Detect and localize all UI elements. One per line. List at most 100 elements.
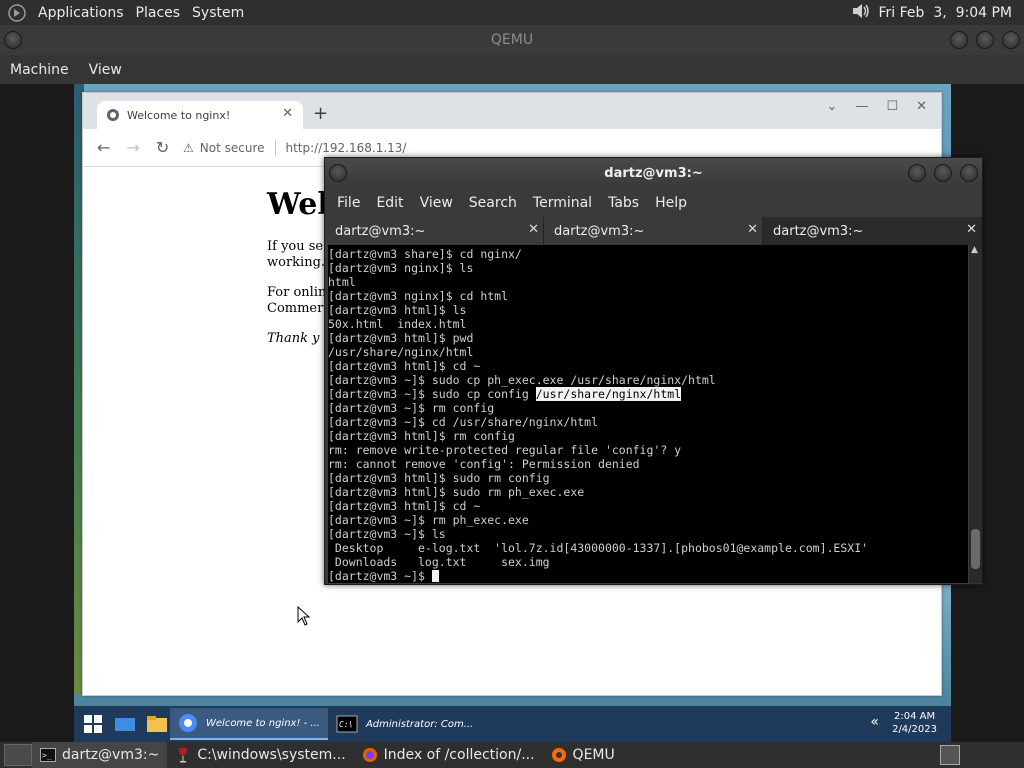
terminal-line: [dartz@vm3 html]$ pwd: [328, 331, 474, 345]
terminal-tab-1[interactable]: dartz@vm3:~ ✕: [325, 217, 544, 245]
terminal-line: [dartz@vm3 html]$ ls: [328, 303, 467, 317]
url-text[interactable]: http://192.168.1.13/: [286, 141, 407, 155]
host-task-qemu[interactable]: QEMU: [543, 742, 623, 768]
volume-icon[interactable]: [851, 2, 871, 24]
scrollbar-thumb[interactable]: [971, 529, 980, 569]
terminal-line: /usr/share/nginx/html: [328, 345, 474, 359]
qemu-menubar: Machine View: [0, 55, 1024, 84]
menu-file[interactable]: File: [329, 195, 368, 211]
menu-tabs[interactable]: Tabs: [600, 195, 647, 211]
qemu-title: QEMU: [490, 32, 534, 48]
maximize-button[interactable]: [976, 31, 994, 49]
terminal-line: [dartz@vm3 share]$ cd nginx/: [328, 247, 522, 261]
menu-search[interactable]: Search: [461, 195, 525, 211]
guest-clock[interactable]: 2:04 AM 2/4/2023: [892, 710, 937, 736]
terminal-line: [dartz@vm3 html]$ rm config: [328, 429, 515, 443]
menu-system[interactable]: System: [186, 5, 250, 21]
guest-task-cmd[interactable]: C:\ Administrator: Com...: [328, 708, 481, 740]
terminal-line: Downloads log.txt sex.img: [328, 555, 550, 569]
host-task-terminal[interactable]: >_ dartz@vm3:~: [32, 742, 168, 768]
bottom-panel: >_ dartz@vm3:~ C:\windows\system... Inde…: [0, 742, 1024, 768]
menu-terminal[interactable]: Terminal: [525, 195, 600, 211]
close-tab-icon[interactable]: ✕: [282, 106, 293, 121]
minimize-button[interactable]: [908, 164, 926, 182]
guest-task-label: Administrator: Com...: [365, 718, 474, 730]
clock[interactable]: Fri Feb 3, 9:04 PM: [879, 5, 1013, 21]
close-button[interactable]: [960, 164, 978, 182]
minimize-icon[interactable]: —: [855, 99, 868, 114]
terminal-scrollbar[interactable]: ▲: [969, 245, 982, 583]
qemu-titlebar: QEMU: [0, 25, 1024, 55]
terminal-title: dartz@vm3:~: [604, 166, 703, 181]
reload-icon[interactable]: ↻: [156, 138, 169, 157]
text-cursor: [431, 570, 439, 582]
scroll-up-icon[interactable]: ▲: [971, 245, 978, 255]
close-button[interactable]: [1002, 31, 1020, 49]
maximize-icon[interactable]: ☐: [886, 99, 898, 114]
menu-view[interactable]: View: [412, 195, 461, 211]
cmd-icon: C:\: [336, 715, 358, 733]
terminal-line: [dartz@vm3 ~]$ ls: [328, 527, 446, 541]
new-tab-icon[interactable]: +: [313, 103, 328, 124]
terminal-line: [dartz@vm3 ~]$ cd /usr/share/nginx/html: [328, 415, 599, 429]
warning-icon[interactable]: ⚠: [183, 141, 194, 155]
gnome-foot-icon[interactable]: [6, 3, 28, 23]
selected-text[interactable]: /usr/share/nginx/html: [535, 387, 682, 401]
globe-icon: [107, 109, 119, 121]
qemu-icon: [551, 748, 567, 762]
terminal-line: [dartz@vm3 nginx]$ ls: [328, 261, 474, 275]
back-icon[interactable]: ←: [97, 138, 110, 157]
window-menu-button[interactable]: [4, 31, 22, 49]
close-tab-icon[interactable]: ✕: [528, 222, 539, 237]
terminal-line: rm: remove write-protected regular file …: [328, 443, 682, 457]
terminal-line: [dartz@vm3 html]$ cd ~: [328, 499, 481, 513]
terminal-tab-3[interactable]: dartz@vm3:~ ✕: [763, 217, 982, 245]
window-menu-button[interactable]: [329, 164, 347, 182]
terminal-prompt[interactable]: [dartz@vm3 ~]$: [328, 569, 968, 583]
guest-task-label: Welcome to nginx! - ...: [206, 717, 320, 729]
terminal-line: [dartz@vm3 html]$ sudo rm config: [328, 471, 550, 485]
menu-machine[interactable]: Machine: [0, 62, 79, 78]
chrome-tab[interactable]: Welcome to nginx! ✕: [97, 101, 303, 129]
terminal-line: rm: cannot remove 'config': Permission d…: [328, 457, 640, 471]
terminal-menubar: File Edit View Search Terminal Tabs Help: [325, 189, 982, 217]
menu-view[interactable]: View: [79, 62, 132, 78]
chrome-tab-title: Welcome to nginx!: [127, 108, 231, 122]
terminal-line: 50x.html index.html: [328, 317, 467, 331]
terminal-titlebar: dartz@vm3:~: [325, 158, 982, 189]
firefox-icon: [362, 748, 378, 762]
terminal-output[interactable]: [dartz@vm3 share]$ cd nginx/ [dartz@vm3 …: [328, 245, 968, 583]
terminal-line: [dartz@vm3 ~]$ sudo cp ph_exec.exe /usr/…: [328, 373, 716, 387]
host-task-firefox[interactable]: Index of /collection/...: [354, 742, 543, 768]
workspace-switcher[interactable]: [940, 745, 960, 765]
terminal-tabs: dartz@vm3:~ ✕ dartz@vm3:~ ✕ dartz@vm3:~ ✕: [325, 217, 982, 245]
svg-text:C:\: C:\: [339, 720, 353, 729]
menu-applications[interactable]: Applications: [32, 5, 130, 21]
terminal-line: [dartz@vm3 html]$ sudo rm ph_exec.exe: [328, 485, 585, 499]
task-view-icon[interactable]: [112, 711, 138, 737]
chevron-left-icon[interactable]: «: [870, 714, 879, 730]
tab-search-icon[interactable]: ⌄: [827, 99, 838, 114]
maximize-button[interactable]: [934, 164, 952, 182]
guest-task-chrome[interactable]: Welcome to nginx! - ...: [170, 708, 328, 740]
host-task-cmd[interactable]: C:\windows\system...: [167, 742, 353, 768]
security-label[interactable]: Not secure: [200, 141, 265, 155]
menu-places[interactable]: Places: [130, 5, 187, 21]
close-tab-icon[interactable]: ✕: [747, 222, 758, 237]
forward-icon[interactable]: →: [126, 138, 139, 157]
close-tab-icon[interactable]: ✕: [966, 222, 977, 237]
terminal-icon: >_: [40, 748, 56, 762]
file-explorer-icon[interactable]: [144, 711, 170, 737]
minimize-button[interactable]: [950, 31, 968, 49]
windows-start-icon[interactable]: [80, 711, 106, 737]
menu-edit[interactable]: Edit: [368, 195, 411, 211]
chrome-tabstrip: Welcome to nginx! ✕ + ⌄ — ☐ ✕: [83, 93, 941, 129]
chrome-icon: [179, 714, 197, 732]
terminal-line: [dartz@vm3 ~]$ rm config: [328, 401, 495, 415]
menu-help[interactable]: Help: [647, 195, 695, 211]
terminal-tab-2[interactable]: dartz@vm3:~ ✕: [544, 217, 763, 245]
close-icon[interactable]: ✕: [916, 99, 927, 114]
terminal-line: [dartz@vm3 html]$ cd ~: [328, 359, 481, 373]
show-desktop-button[interactable]: [4, 744, 32, 766]
mouse-pointer-icon: [297, 606, 311, 626]
